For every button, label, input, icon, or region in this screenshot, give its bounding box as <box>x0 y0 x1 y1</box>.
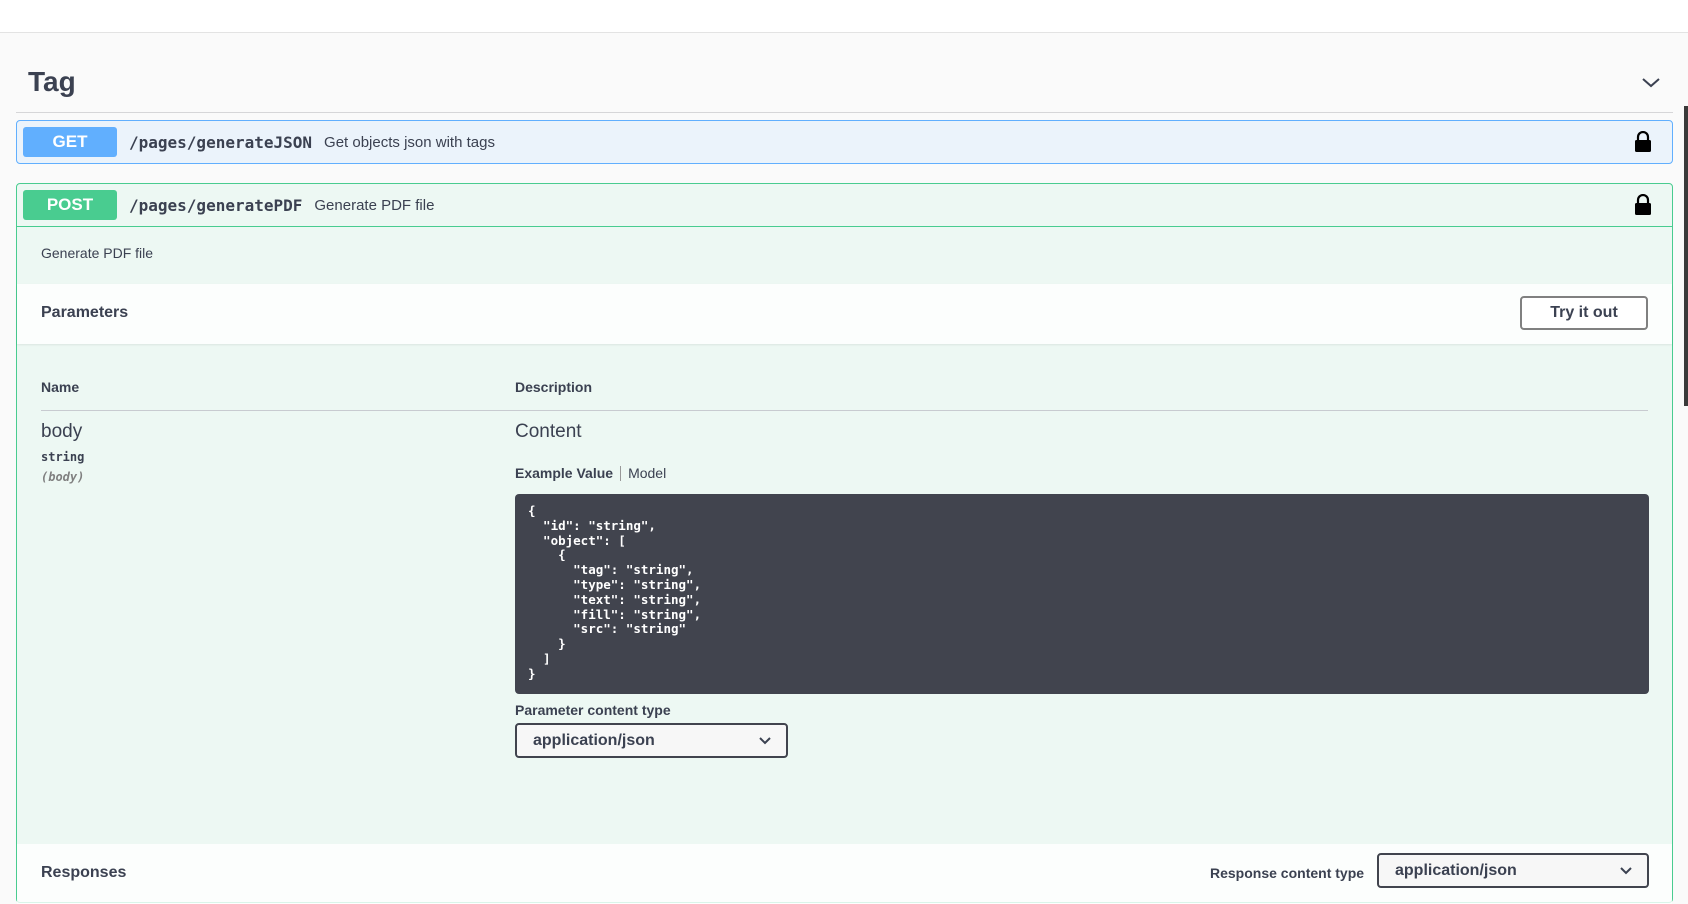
column-header-name: Name <box>41 379 80 395</box>
tab-model[interactable]: Model <box>628 465 666 481</box>
parameter-content-type-label: Parameter content type <box>515 702 671 718</box>
post-operation: POST /pages/generatePDF Generate PDF fil… <box>16 183 1673 904</box>
tab-example-value[interactable]: Example Value <box>515 465 613 481</box>
example-model-tabs: Example Value Model <box>515 465 666 481</box>
get-operation-summary[interactable]: GET /pages/generateJSON Get objects json… <box>17 121 1672 163</box>
responses-header: Responses Response content type applicat… <box>17 844 1672 904</box>
tab-divider <box>620 465 622 481</box>
lock-icon[interactable] <box>1634 131 1652 153</box>
get-method-badge: GET <box>23 127 117 157</box>
column-header-description: Description <box>515 379 593 395</box>
parameter-content-type-value: application/json <box>533 731 655 749</box>
chevron-down-icon[interactable] <box>1639 70 1663 94</box>
get-path: /pages/generateJSON <box>129 132 313 152</box>
response-content-type-value: application/json <box>1395 861 1517 879</box>
parameters-title: Parameters <box>41 304 129 321</box>
chevron-down-icon <box>1620 867 1632 875</box>
chevron-down-icon <box>759 737 771 745</box>
responses-title: Responses <box>41 864 127 881</box>
post-method-badge: POST <box>23 190 117 220</box>
operation-description: Generate PDF file <box>41 245 154 261</box>
parameter-type: string <box>41 450 85 464</box>
response-content-type-label: Response content type <box>1210 865 1365 881</box>
tag-header[interactable]: Tag <box>16 52 1673 113</box>
parameters-header: Parameters Try it out <box>17 284 1672 344</box>
header-divider <box>41 410 1648 411</box>
post-summary: Generate PDF file <box>314 196 435 214</box>
example-value-code[interactable]: { "id": "string", "object": [ { "tag": "… <box>515 494 1649 694</box>
scrollbar[interactable] <box>1684 106 1688 406</box>
get-operation[interactable]: GET /pages/generateJSON Get objects json… <box>16 120 1673 164</box>
parameter-content-type-select[interactable]: application/json <box>515 723 788 758</box>
get-summary: Get objects json with tags <box>324 133 495 151</box>
parameter-description: Content <box>515 421 582 442</box>
tag-section: Tag <box>16 52 1673 113</box>
lock-icon[interactable] <box>1634 194 1652 216</box>
response-content-type-select[interactable]: application/json <box>1377 853 1649 888</box>
tag-title: Tag <box>28 66 76 97</box>
top-bar <box>0 0 1688 33</box>
parameter-name: body <box>41 421 83 442</box>
try-it-out-button[interactable]: Try it out <box>1520 296 1648 330</box>
post-path: /pages/generatePDF <box>129 195 303 215</box>
post-operation-summary[interactable]: POST /pages/generatePDF Generate PDF fil… <box>17 184 1672 227</box>
parameter-location: (body) <box>41 470 85 484</box>
